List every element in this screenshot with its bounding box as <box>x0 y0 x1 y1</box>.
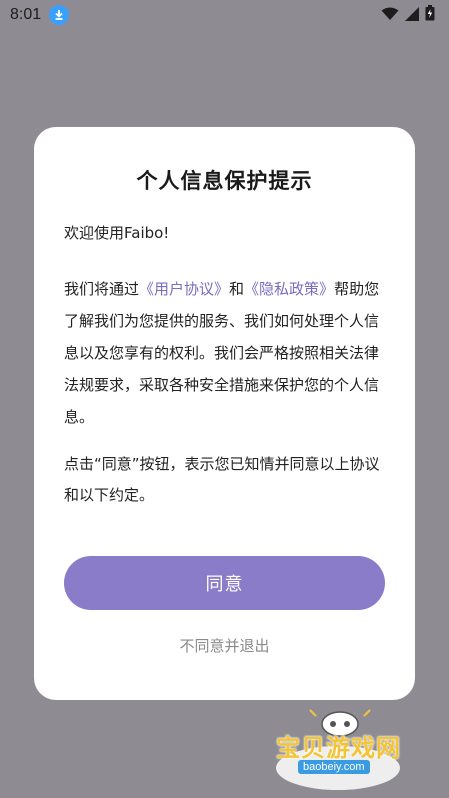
disagree-exit-button[interactable]: 不同意并退出 <box>34 635 415 656</box>
intro-suffix: 帮助您了解我们为您提供的服务、我们如何处理个人信息以及您享有的权利。我们会严格按… <box>64 280 380 426</box>
privacy-policy-link[interactable]: 《隐私政策》 <box>244 280 334 298</box>
dialog-title: 个人信息保护提示 <box>136 169 313 193</box>
download-icon <box>49 5 70 25</box>
wifi-icon <box>381 6 399 25</box>
user-agreement-link[interactable]: 《用户协议》 <box>139 280 229 298</box>
watermark-url: baobeiy.com <box>298 760 370 774</box>
status-bar: 8:01 <box>0 0 449 30</box>
notice-text: 点击“同意”按钮，表示您已知情并同意以上协议和以下约定。 <box>64 455 380 504</box>
privacy-dialog: 个人信息保护提示 欢迎使用Faibo! 我们将通过《用户协议》和《隐私政策》帮助… <box>34 127 415 700</box>
agree-button[interactable]: 同意 <box>64 556 385 610</box>
status-time: 8:01 <box>10 6 42 23</box>
dialog-body: 欢迎使用Faibo! 我们将通过《用户协议》和《隐私政策》帮助您了解我们为您提供… <box>64 219 389 511</box>
intro-text: 我们将通过《用户协议》和《隐私政策》帮助您了解我们为您提供的服务、我们如何处理个… <box>64 273 389 433</box>
signal-icon <box>405 6 419 25</box>
welcome-text: 欢迎使用Faibo! <box>64 224 170 242</box>
watermark-logo: 宝贝游戏网 baobeiy.com <box>270 708 420 794</box>
intro-prefix: 我们将通过 <box>64 280 140 298</box>
watermark-title: 宝贝游戏网 <box>276 734 401 762</box>
battery-icon <box>425 5 435 25</box>
and-text: 和 <box>229 280 245 298</box>
